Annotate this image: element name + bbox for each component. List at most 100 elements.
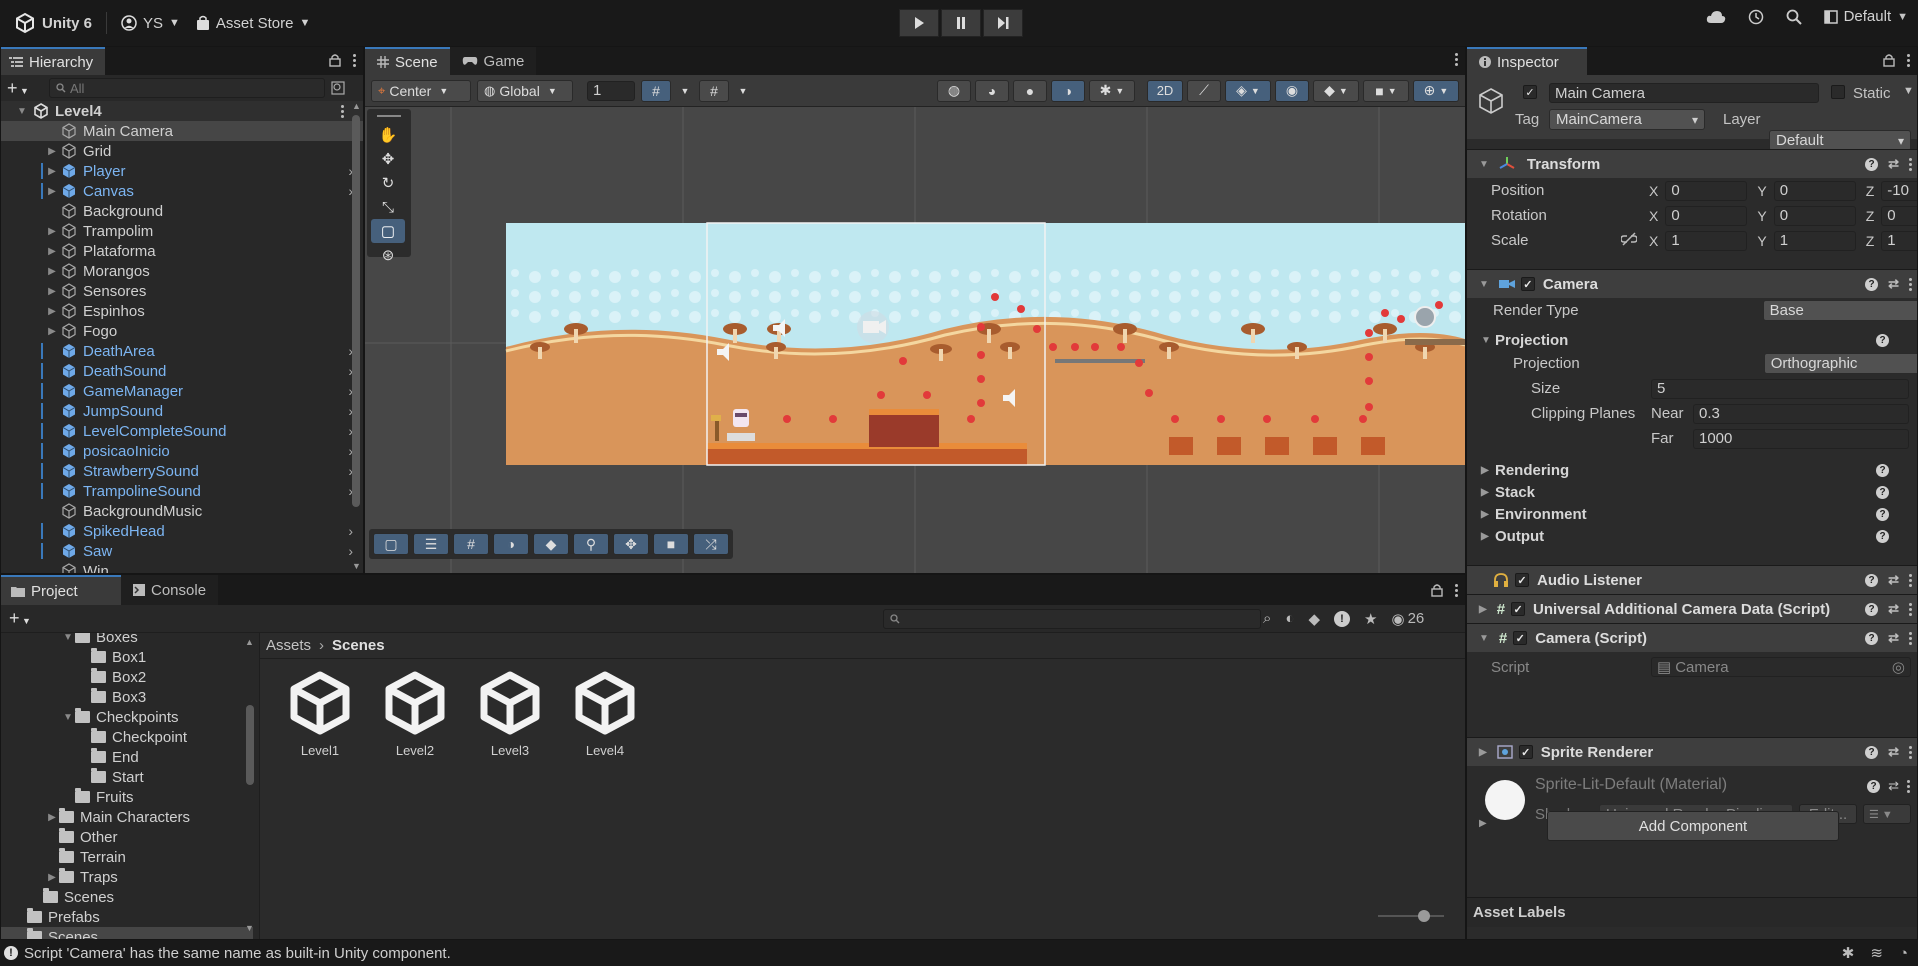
help-icon[interactable]: ?: [1865, 573, 1879, 587]
fold-closed-icon[interactable]: ▶: [45, 812, 59, 823]
hierarchy-item[interactable]: Background: [1, 201, 363, 221]
link-scale-icon[interactable]: [1621, 232, 1637, 246]
camera-enabled-checkbox[interactable]: ✓: [1520, 277, 1535, 291]
rect-tool-button[interactable]: ▢: [371, 219, 405, 243]
tab-inspector[interactable]: Inspector: [1467, 47, 1587, 75]
increment-snap-menu[interactable]: ▼: [735, 79, 751, 102]
static-checkbox[interactable]: [1831, 85, 1845, 99]
preset-icon[interactable]: ⇄: [1888, 744, 1899, 760]
overlay-layers-button[interactable]: ◆: [533, 533, 569, 555]
scene-asset-level1[interactable]: Level1: [280, 671, 360, 758]
folder-item[interactable]: Box3: [1, 687, 253, 707]
folder-item[interactable]: Start: [1, 767, 253, 787]
audio-listener-checkbox[interactable]: ✓: [1515, 573, 1529, 587]
fold-closed-icon[interactable]: ▶: [45, 306, 59, 317]
breadcrumb-scenes[interactable]: Scenes: [332, 637, 385, 654]
scene-asset-level3[interactable]: Level3: [470, 671, 550, 758]
filter-by-type-icon[interactable]: ◐: [1285, 610, 1294, 627]
hierarchy-search-input[interactable]: All: [49, 78, 325, 98]
camera-settings-button[interactable]: ■ ▼: [1363, 79, 1409, 102]
favorite-star-icon[interactable]: ★: [1364, 610, 1377, 628]
preset-icon[interactable]: ⇄: [1888, 156, 1899, 172]
hierarchy-item[interactable]: ▶ Trampolim: [1, 221, 363, 241]
lighting-toggle-button[interactable]: ⟋: [1187, 79, 1221, 102]
gizmos-button[interactable]: ⊕ ▼: [1413, 79, 1459, 102]
search-in-icon[interactable]: ⌕: [1263, 610, 1271, 627]
move-tool-button[interactable]: ✥: [371, 147, 405, 171]
tab-console[interactable]: Console: [121, 575, 219, 605]
more-options-icon[interactable]: [1907, 53, 1911, 67]
tab-scene[interactable]: Scene: [365, 47, 450, 75]
fold-open-icon[interactable]: ▼: [61, 712, 75, 723]
lock-icon[interactable]: [1883, 53, 1895, 67]
asset-labels-bar[interactable]: Asset Labels: [1467, 897, 1917, 927]
add-component-button[interactable]: Add Component: [1547, 811, 1839, 841]
create-dropdown[interactable]: + ▼: [9, 608, 45, 629]
more-options-icon[interactable]: [1909, 277, 1913, 291]
folder-item[interactable]: Checkpoint: [1, 727, 253, 747]
camera-section-environment[interactable]: ▶ Environment?: [1467, 503, 1917, 525]
fold-closed-icon[interactable]: ▶: [45, 246, 59, 257]
fold-closed-icon[interactable]: ▶: [45, 286, 59, 297]
hierarchy-scrollbar[interactable]: ▲ ▼: [349, 101, 363, 573]
warning-filter-icon[interactable]: !: [1334, 610, 1351, 627]
help-icon[interactable]: ?: [1876, 485, 1889, 499]
position-x-input[interactable]: 0: [1665, 180, 1748, 201]
grid-snap-menu[interactable]: ▼: [677, 79, 693, 102]
hierarchy-item[interactable]: Saw ›: [1, 541, 363, 561]
debug-draw-mode-button[interactable]: ✱ ▼: [1089, 79, 1135, 102]
rotate-tool-button[interactable]: ↻: [371, 171, 405, 195]
layers-button[interactable]: ◆ ▼: [1313, 79, 1359, 102]
fold-closed-icon[interactable]: ▶: [45, 146, 59, 157]
preset-icon[interactable]: ⇄: [1888, 572, 1899, 588]
scale-tool-button[interactable]: ⤡: [371, 195, 405, 219]
hierarchy-item[interactable]: DeathArea ›: [1, 341, 363, 361]
cloud-icon[interactable]: [1706, 10, 1726, 24]
create-dropdown[interactable]: + ▼: [7, 78, 43, 99]
lock-icon[interactable]: [1431, 583, 1443, 597]
hierarchy-item[interactable]: ▶ Fogo: [1, 321, 363, 341]
more-options-icon[interactable]: [1909, 745, 1913, 759]
toggle-2d-button[interactable]: 2D: [1147, 79, 1183, 102]
shaded-button[interactable]: ●: [1013, 79, 1047, 102]
hierarchy-item[interactable]: ▶ Espinhos: [1, 301, 363, 321]
overlay-shading-button[interactable]: ◑: [493, 533, 529, 555]
more-options-icon[interactable]: [1909, 573, 1913, 587]
play-button[interactable]: [899, 9, 939, 37]
shaded-wireframe-button[interactable]: ◕: [975, 79, 1009, 102]
scene-visibility-button[interactable]: ◉: [1275, 79, 1309, 102]
hierarchy-item[interactable]: BackgroundMusic: [1, 501, 363, 521]
sprite-renderer-checkbox[interactable]: ✓: [1518, 745, 1533, 759]
camera-section-stack[interactable]: ▶ Stack?: [1467, 481, 1917, 503]
hierarchy-item[interactable]: ▶ Plataforma: [1, 241, 363, 261]
tab-project[interactable]: Project: [1, 575, 121, 605]
more-options-icon[interactable]: [1909, 602, 1913, 616]
grid-snap-button[interactable]: #: [641, 79, 671, 102]
hierarchy-item[interactable]: GameManager ›: [1, 381, 363, 401]
unity-menu[interactable]: Unity 6: [6, 8, 100, 38]
scrollbar-thumb[interactable]: [246, 705, 254, 785]
more-options-icon[interactable]: [1455, 583, 1459, 597]
slider-thumb[interactable]: [1418, 910, 1430, 922]
camera-section-output[interactable]: ▶ Output?: [1467, 525, 1917, 547]
folder-item[interactable]: Scenes: [1, 927, 253, 939]
overlay-camera-button[interactable]: ■: [653, 533, 689, 555]
transform-header[interactable]: ▼ Transform ? ⇄: [1467, 149, 1917, 178]
hierarchy-item[interactable]: ▶ Canvas ›: [1, 181, 363, 201]
space-dropdown[interactable]: ◍ Global ▼: [477, 79, 573, 102]
layout-dropdown[interactable]: Default ▼: [1823, 8, 1908, 25]
fold-closed-icon[interactable]: ▶: [45, 266, 59, 277]
overlay-move-button[interactable]: ✥: [613, 533, 649, 555]
status-message[interactable]: Script 'Camera' has the same name as bui…: [24, 945, 451, 962]
more-options-icon[interactable]: [353, 53, 357, 67]
fold-open-icon[interactable]: ▼: [61, 633, 75, 643]
preset-icon[interactable]: ⇄: [1888, 276, 1899, 292]
visible-count[interactable]: ◉ 26: [1391, 610, 1424, 628]
tab-hierarchy[interactable]: Hierarchy: [1, 47, 106, 75]
lock-icon[interactable]: [329, 53, 341, 67]
camera-script-header[interactable]: ▼ # ✓ Camera (Script) ? ⇄: [1467, 623, 1917, 652]
hierarchy-item[interactable]: posicaoInicio ›: [1, 441, 363, 461]
hierarchy-item[interactable]: Main Camera: [1, 121, 363, 141]
sprite-renderer-header[interactable]: ▶ ✓ Sprite Renderer ? ⇄: [1467, 737, 1917, 766]
icon-size-slider[interactable]: [1378, 910, 1444, 922]
